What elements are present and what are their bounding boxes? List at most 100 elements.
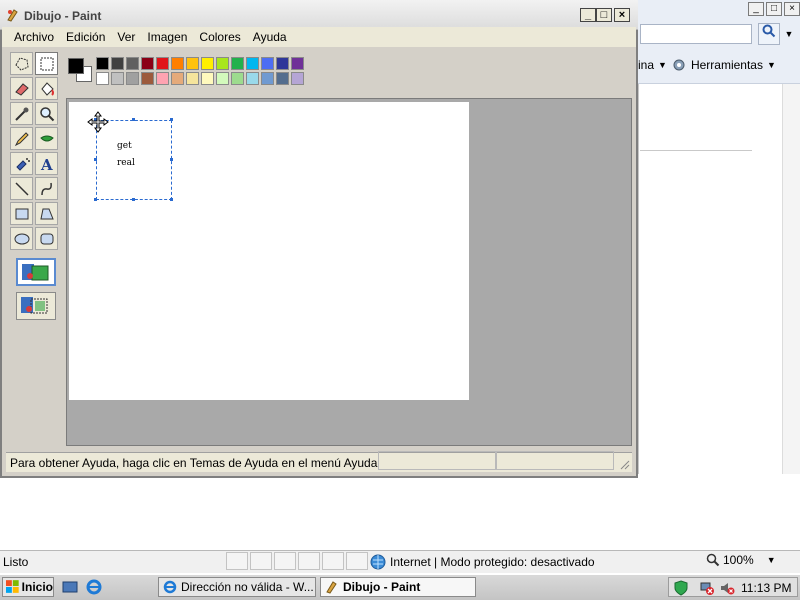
page-menu-label[interactable]: ina bbox=[638, 58, 654, 72]
palette-swatch[interactable] bbox=[216, 72, 229, 85]
palette-swatch[interactable] bbox=[96, 72, 109, 85]
divider bbox=[640, 150, 752, 151]
palette-swatch[interactable] bbox=[261, 57, 274, 70]
palette-swatch[interactable] bbox=[126, 57, 139, 70]
status-pane bbox=[226, 552, 248, 570]
palette-swatch[interactable] bbox=[201, 57, 214, 70]
palette-swatch[interactable] bbox=[96, 57, 109, 70]
selection-handle[interactable] bbox=[170, 198, 173, 201]
ie-minimize-button[interactable]: _ bbox=[748, 2, 764, 16]
rectangle-tool[interactable] bbox=[10, 202, 33, 225]
show-desktop-icon[interactable] bbox=[62, 579, 78, 598]
curve-tool[interactable] bbox=[35, 177, 58, 200]
magnifier-icon bbox=[39, 106, 54, 121]
palette-swatch[interactable] bbox=[111, 72, 124, 85]
ie-zoom-control[interactable]: 100% ▼ bbox=[706, 553, 776, 567]
free-select-tool[interactable] bbox=[10, 52, 33, 75]
chevron-down-icon[interactable]: ▼ bbox=[658, 60, 667, 70]
selection-handle[interactable] bbox=[132, 198, 135, 201]
free-select-icon bbox=[14, 56, 29, 71]
palette-swatch[interactable] bbox=[186, 57, 199, 70]
magnifier-tool[interactable] bbox=[35, 102, 58, 125]
palette-swatch[interactable] bbox=[141, 57, 154, 70]
chevron-down-icon[interactable]: ▼ bbox=[782, 23, 796, 45]
palette-swatch[interactable] bbox=[156, 57, 169, 70]
menu-archivo[interactable]: Archivo bbox=[2, 28, 60, 46]
ie-search-input[interactable] bbox=[640, 24, 752, 44]
ie-security-zone[interactable]: Internet | Modo protegido: desactivado bbox=[370, 554, 595, 570]
selection-handle[interactable] bbox=[132, 118, 135, 121]
taskbar-item-ie[interactable]: Dirección no válida - W... bbox=[158, 577, 316, 597]
chevron-down-icon[interactable]: ▼ bbox=[767, 555, 776, 565]
rectangle-icon bbox=[15, 208, 28, 219]
status-pane-size bbox=[496, 451, 614, 470]
menu-colores[interactable]: Colores bbox=[193, 28, 246, 46]
security-shield-icon[interactable] bbox=[673, 580, 689, 596]
palette-swatch[interactable] bbox=[276, 57, 289, 70]
menu-ver[interactable]: Ver bbox=[111, 28, 141, 46]
maximize-button[interactable]: □ bbox=[596, 8, 612, 22]
minimize-button[interactable]: _ bbox=[580, 8, 596, 22]
palette-swatch[interactable] bbox=[246, 57, 259, 70]
palette-swatch[interactable] bbox=[201, 72, 214, 85]
text-line: real bbox=[117, 158, 135, 168]
palette-swatch[interactable] bbox=[231, 57, 244, 70]
current-colors[interactable] bbox=[66, 56, 92, 86]
palette-swatch[interactable] bbox=[171, 57, 184, 70]
ie-status-text: Listo bbox=[3, 555, 29, 569]
close-button[interactable]: × bbox=[614, 8, 630, 22]
palette-swatch[interactable] bbox=[156, 72, 169, 85]
clock[interactable]: 11:13 PM bbox=[741, 581, 791, 595]
ie-search-button[interactable] bbox=[758, 23, 780, 45]
pencil-tool[interactable] bbox=[10, 127, 33, 150]
selection-handle[interactable] bbox=[94, 158, 97, 161]
brush-tool[interactable] bbox=[35, 127, 58, 150]
airbrush-tool[interactable] bbox=[10, 152, 33, 175]
selection-handle[interactable] bbox=[170, 118, 173, 121]
selection-handle[interactable] bbox=[94, 198, 97, 201]
start-button[interactable]: Inicio bbox=[2, 577, 54, 597]
menu-ayuda[interactable]: Ayuda bbox=[247, 28, 293, 46]
palette-swatch[interactable] bbox=[141, 72, 154, 85]
selection-handle[interactable] bbox=[170, 158, 173, 161]
menu-edicion[interactable]: Edición bbox=[60, 28, 111, 46]
palette-swatch[interactable] bbox=[126, 72, 139, 85]
palette-swatch[interactable] bbox=[261, 72, 274, 85]
system-tray: 11:13 PM bbox=[668, 577, 798, 597]
rounded-rect-tool[interactable] bbox=[35, 227, 58, 250]
rect-select-tool[interactable] bbox=[35, 52, 58, 75]
foreground-color-swatch[interactable] bbox=[68, 58, 84, 74]
palette-swatch[interactable] bbox=[216, 57, 229, 70]
ie-scrollbar[interactable] bbox=[782, 84, 800, 474]
transparent-selection-option[interactable] bbox=[16, 292, 56, 320]
ellipse-icon bbox=[14, 233, 29, 244]
line-tool[interactable] bbox=[10, 177, 33, 200]
ie-quicklaunch-icon[interactable] bbox=[86, 579, 102, 598]
polygon-tool[interactable] bbox=[35, 202, 58, 225]
palette-swatch[interactable] bbox=[186, 72, 199, 85]
palette-swatch[interactable] bbox=[291, 57, 304, 70]
volume-muted-icon[interactable] bbox=[719, 580, 735, 596]
chevron-down-icon[interactable]: ▼ bbox=[767, 60, 776, 70]
taskbar-item-paint[interactable]: Dibujo - Paint bbox=[320, 577, 476, 597]
palette-swatch[interactable] bbox=[276, 72, 289, 85]
status-pane bbox=[346, 552, 368, 570]
text-tool[interactable]: A bbox=[35, 152, 58, 175]
ellipse-tool[interactable] bbox=[10, 227, 33, 250]
palette-swatch[interactable] bbox=[291, 72, 304, 85]
palette-swatch[interactable] bbox=[246, 72, 259, 85]
fill-tool[interactable] bbox=[35, 77, 58, 100]
color-picker-tool[interactable] bbox=[10, 102, 33, 125]
palette-swatch[interactable] bbox=[171, 72, 184, 85]
ie-close-button[interactable]: × bbox=[784, 2, 800, 16]
ie-maximize-button[interactable]: □ bbox=[766, 2, 782, 16]
resize-grip-icon[interactable] bbox=[618, 458, 630, 473]
menu-imagen[interactable]: Imagen bbox=[141, 28, 193, 46]
network-disconnected-icon[interactable] bbox=[699, 580, 715, 596]
tools-menu-label[interactable]: Herramientas bbox=[691, 58, 763, 72]
opaque-selection-option[interactable] bbox=[16, 258, 56, 286]
paint-app-icon[interactable] bbox=[6, 8, 20, 22]
palette-swatch[interactable] bbox=[231, 72, 244, 85]
palette-swatch[interactable] bbox=[111, 57, 124, 70]
eraser-tool[interactable] bbox=[10, 77, 33, 100]
